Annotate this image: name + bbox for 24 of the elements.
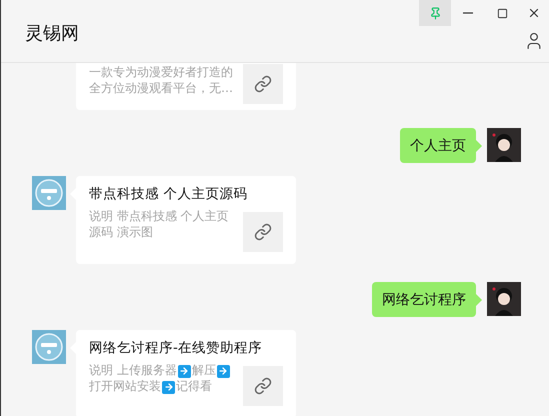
- card-description: 说明 带点科技感 个人主页源码 演示图: [89, 208, 230, 240]
- link-icon: [254, 75, 272, 93]
- user-avatar: [487, 128, 521, 162]
- link-card[interactable]: 网络乞讨程序-在线赞助程序 说明 上传服务器 解压 打开网站安装 记得看: [76, 330, 296, 416]
- maximize-icon: [496, 8, 508, 18]
- chat-bubble: 个人主页: [400, 128, 476, 163]
- arrow-right-icon: [162, 380, 175, 394]
- link-icon: [254, 223, 272, 241]
- chat-bubble: 网络乞讨程序: [372, 282, 476, 317]
- card-title: 带点科技感 个人主页源码: [89, 185, 248, 204]
- arrow-right-icon: [178, 364, 191, 378]
- card-description: 一款专为动漫爱好者打造的全方位动漫观看平台，无…: [89, 64, 234, 96]
- link-card[interactable]: 带点科技感 个人主页源码 说明 带点科技感 个人主页源码 演示图: [76, 176, 296, 264]
- card-description: 说明 上传服务器 解压 打开网站安装 记得看: [89, 362, 237, 394]
- minimize-icon: [463, 12, 473, 14]
- bubble-pointer: [476, 294, 482, 306]
- window-title: 灵锡网: [25, 22, 79, 46]
- close-icon: [527, 6, 541, 20]
- pin-icon: [428, 6, 442, 20]
- user-avatar: [487, 282, 521, 316]
- bubble-pointer: [476, 140, 482, 152]
- arrow-right-icon: [216, 364, 230, 378]
- link-icon: [254, 377, 272, 395]
- card-title: 网络乞讨程序-在线赞助程序: [89, 339, 263, 358]
